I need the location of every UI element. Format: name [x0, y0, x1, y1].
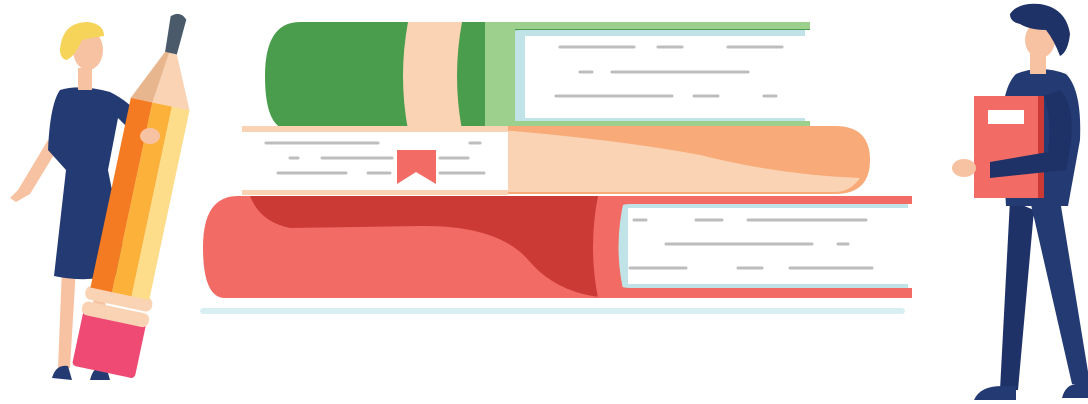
man-leg-right [1030, 200, 1088, 384]
woman-legs [58, 268, 76, 368]
woman-hand [140, 128, 160, 144]
man-hand [952, 159, 976, 177]
peach-book-pages [242, 132, 508, 190]
floor-line [200, 308, 905, 314]
green-book-spine-light [485, 22, 515, 130]
education-illustration [10, 3, 1088, 400]
man-book-label [988, 110, 1024, 124]
green-book [265, 22, 810, 130]
pencil-lead [165, 13, 187, 55]
peach-book-page-rim-bottom [242, 190, 508, 195]
green-book-top-rim [515, 22, 810, 29]
man-book-edge [1038, 96, 1044, 198]
man-shoe-left [974, 386, 1016, 400]
man-shoe-right [1062, 383, 1088, 398]
woman-neck [78, 68, 92, 90]
green-book-band [403, 22, 462, 130]
peach-book [242, 126, 870, 195]
peach-book-page-rim-top [242, 126, 508, 132]
red-book [203, 196, 912, 298]
man-with-book [952, 3, 1088, 400]
man-leg-left [1000, 200, 1034, 390]
woman-with-pencil [10, 13, 190, 380]
